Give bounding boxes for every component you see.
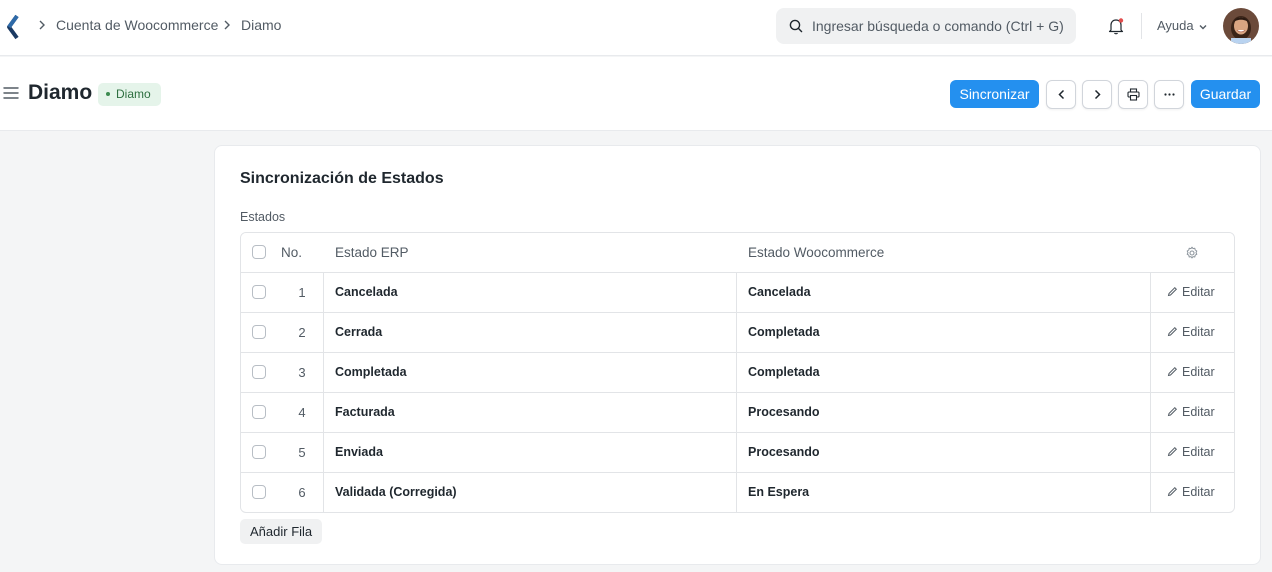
select-all-checkbox[interactable] <box>252 245 266 259</box>
edit-label: Editar <box>1182 325 1215 339</box>
woo-state-cell[interactable]: Cancelada <box>748 273 1148 313</box>
row-number: 5 <box>298 445 306 460</box>
row-checkbox[interactable] <box>252 365 266 379</box>
column-header-erp: Estado ERP <box>335 245 409 260</box>
erp-state-cell[interactable]: Facturada <box>335 393 735 433</box>
row-checkbox[interactable] <box>252 405 266 419</box>
states-table: No. Estado ERP Estado Woocommerce 1 Canc… <box>240 232 1235 513</box>
hamburger-menu-icon[interactable] <box>3 86 19 100</box>
woo-state-cell[interactable]: Completada <box>748 313 1148 353</box>
edit-label: Editar <box>1182 365 1215 379</box>
erp-state-cell[interactable]: Validada (Corregida) <box>335 473 735 512</box>
row-number: 3 <box>298 365 306 380</box>
woo-state-cell[interactable]: Procesando <box>748 433 1148 473</box>
pencil-icon <box>1167 487 1178 497</box>
search-icon <box>789 19 803 33</box>
table-header: No. Estado ERP Estado Woocommerce <box>241 233 1234 273</box>
pencil-icon <box>1167 447 1178 457</box>
woo-state-cell[interactable]: Procesando <box>748 393 1148 433</box>
bell-icon[interactable] <box>1106 16 1126 36</box>
woo-state-cell[interactable]: En Espera <box>748 473 1148 512</box>
table-row[interactable]: 6 Validada (Corregida) En Espera Editar <box>241 473 1234 512</box>
edit-row-button[interactable]: Editar <box>1167 353 1227 393</box>
row-checkbox[interactable] <box>252 325 266 339</box>
edit-label: Editar <box>1182 405 1215 419</box>
table-label: Estados <box>240 210 286 224</box>
chevron-left-icon <box>1058 89 1065 100</box>
navbar-divider <box>1141 13 1142 39</box>
edit-row-button[interactable]: Editar <box>1167 313 1227 353</box>
table-row[interactable]: 4 Facturada Procesando Editar <box>241 393 1234 433</box>
row-checkbox[interactable] <box>252 445 266 459</box>
edit-label: Editar <box>1182 485 1215 499</box>
row-checkbox[interactable] <box>252 485 266 499</box>
chevron-right-icon <box>1094 89 1101 100</box>
pencil-icon <box>1167 407 1178 417</box>
edit-row-button[interactable]: Editar <box>1167 273 1227 313</box>
avatar[interactable] <box>1223 8 1259 44</box>
erp-state-cell[interactable]: Cancelada <box>335 273 735 313</box>
table-row[interactable]: 1 Cancelada Cancelada Editar <box>241 273 1234 313</box>
gear-icon[interactable] <box>1185 246 1199 260</box>
row-number: 2 <box>298 325 306 340</box>
pencil-icon <box>1167 367 1178 377</box>
printer-icon <box>1127 88 1140 101</box>
status-badge: Diamo <box>98 83 161 106</box>
row-number: 6 <box>298 485 306 500</box>
status-dot-icon <box>106 91 110 96</box>
breadcrumb-separator-icon <box>224 20 230 30</box>
page-header: Diamo Diamo Sincronizar Guardar <box>0 57 1272 131</box>
edit-row-button[interactable]: Editar <box>1167 473 1227 512</box>
column-header-no: No. <box>281 245 303 260</box>
page-title: Diamo <box>28 81 93 104</box>
table-row[interactable]: 2 Cerrada Completada Editar <box>241 313 1234 353</box>
sync-button[interactable]: Sincronizar <box>950 80 1039 108</box>
erp-state-cell[interactable]: Enviada <box>335 433 735 473</box>
add-row-button[interactable]: Añadir Fila <box>240 519 323 544</box>
edit-row-button[interactable]: Editar <box>1167 433 1227 473</box>
more-actions-button[interactable] <box>1154 80 1184 109</box>
erp-state-cell[interactable]: Cerrada <box>335 313 735 353</box>
row-number: 4 <box>298 405 306 420</box>
pencil-icon <box>1167 287 1178 297</box>
save-button[interactable]: Guardar <box>1191 80 1260 108</box>
next-doc-button[interactable] <box>1082 80 1112 109</box>
table-row[interactable]: 3 Completada Completada Editar <box>241 353 1234 393</box>
breadcrumb-woocommerce-account[interactable]: Cuenta de Woocommerce <box>56 17 218 33</box>
navbar: Cuenta de Woocommerce Diamo Ayuda <box>0 0 1272 56</box>
column-header-woo: Estado Woocommerce <box>748 245 885 260</box>
row-checkbox[interactable] <box>252 285 266 299</box>
previous-doc-button[interactable] <box>1046 80 1076 109</box>
chevron-down-icon[interactable] <box>1198 22 1208 32</box>
edit-row-button[interactable]: Editar <box>1167 393 1227 433</box>
breadcrumb-current[interactable]: Diamo <box>241 17 281 33</box>
pencil-icon <box>1167 327 1178 337</box>
breadcrumb-separator-icon <box>39 20 45 30</box>
erp-state-cell[interactable]: Completada <box>335 353 735 393</box>
search-input[interactable] <box>812 8 1068 44</box>
table-row[interactable]: 5 Enviada Procesando Editar <box>241 433 1234 473</box>
search-bar[interactable] <box>776 8 1076 44</box>
app-logo-icon[interactable] <box>6 14 20 40</box>
status-badge-label: Diamo <box>116 87 151 101</box>
woo-state-cell[interactable]: Completada <box>748 353 1148 393</box>
more-icon <box>1164 93 1175 96</box>
edit-label: Editar <box>1182 445 1215 459</box>
status-sync-card: Sincronización de Estados Estados No. Es… <box>214 145 1261 565</box>
section-title: Sincronización de Estados <box>240 170 444 187</box>
edit-label: Editar <box>1182 285 1215 299</box>
row-number: 1 <box>298 285 306 300</box>
print-button[interactable] <box>1118 80 1148 109</box>
help-menu[interactable]: Ayuda <box>1157 18 1194 33</box>
